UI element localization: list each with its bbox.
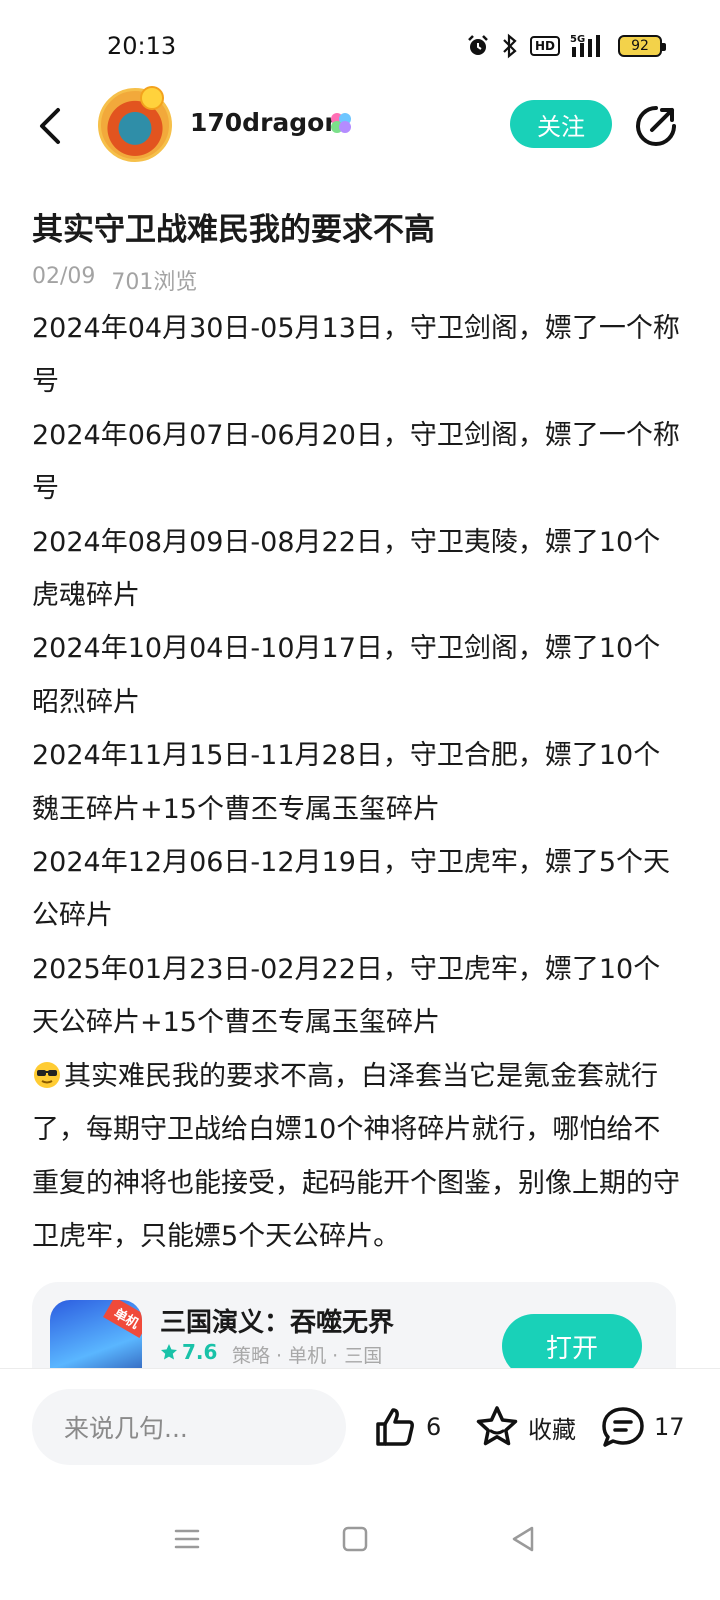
back-nav-icon[interactable]	[508, 1524, 538, 1554]
post-paragraph: 2024年08月09日-08月22日，守卫夷陵，嫖了10个虎魂碎片	[32, 526, 661, 612]
post-title: 其实守卫战难民我的要求不高	[32, 212, 435, 248]
post-final-text: 其实难民我的要求不高，白泽套当它是氪金套就行了，每期守卫战给白嫖10个神将碎片就…	[32, 1060, 680, 1252]
follow-button[interactable]: 关注	[510, 100, 612, 148]
star-icon	[161, 1344, 177, 1360]
post-paragraph: 2025年01月23日-02月22日，守卫虎牢，嫖了10个天公碎片+15个曹丕专…	[32, 953, 661, 1039]
app-name: 三国演义：吞噬无界	[160, 1308, 395, 1338]
bottom-action-bar: 来说几句... 6 收藏 17	[0, 1368, 720, 1484]
battery-level: 92	[631, 38, 649, 54]
menu-icon[interactable]	[172, 1524, 202, 1554]
comment-input[interactable]: 来说几句...	[32, 1389, 346, 1465]
app-root: 20:13 HD 5G 92 170dragon 关注 其实守卫战难民我的要求不…	[0, 0, 720, 1600]
post-paragraph: 2024年04月30日-05月13日，守卫剑阁，嫖了一个称号	[32, 313, 680, 398]
favorite-label: 收藏	[528, 1415, 576, 1444]
comment-button[interactable]: 17	[600, 1397, 685, 1457]
thumbs-up-icon	[376, 1408, 414, 1446]
app-rating: 7.6	[160, 1340, 217, 1364]
comment-count: 17	[654, 1413, 685, 1441]
post-header: 170dragon 关注	[0, 86, 720, 168]
alarm-icon	[468, 35, 488, 55]
status-time: 20:13	[107, 32, 177, 60]
home-icon[interactable]	[340, 1524, 370, 1554]
username[interactable]: 170dragon	[190, 108, 342, 137]
post-date: 02/09	[32, 264, 96, 289]
status-icons: HD 5G 92	[466, 32, 666, 60]
system-nav-bar	[0, 1484, 720, 1600]
back-button[interactable]	[32, 104, 72, 148]
app-rating-value: 7.6	[182, 1340, 218, 1364]
like-count: 6	[426, 1413, 442, 1441]
star-outline-icon	[476, 1406, 518, 1446]
sunglasses-emoji-icon	[34, 1061, 60, 1088]
post-paragraph: 2024年10月04日-10月17日，守卫剑阁，嫖了10个昭烈碎片	[32, 633, 661, 718]
back-icon	[40, 108, 60, 144]
share-icon	[636, 106, 676, 146]
app-tags: 策略 · 单机 · 三国	[232, 1345, 383, 1367]
post-views: 701浏览	[111, 270, 198, 295]
favorite-button[interactable]: 收藏	[474, 1397, 576, 1457]
bluetooth-icon	[503, 33, 517, 59]
comment-bubble-icon	[602, 1407, 644, 1447]
status-bar: 20:13 HD 5G 92	[0, 0, 720, 90]
app-card[interactable]: 单机 三国演义：吞噬无界 7.6 策略 · 单机 · 三国 打开	[32, 1282, 676, 1382]
avatar-frame-decoration	[140, 86, 164, 110]
post-paragraph: 2024年11月15日-11月28日，守卫合肥，嫖了10个魏王碎片+15个曹丕专…	[32, 740, 661, 825]
post-final-paragraph: 其实难民我的要求不高，白泽套当它是氪金套就行了，每期守卫战给白嫖10个神将碎片就…	[32, 1050, 682, 1264]
verify-badge-icon	[331, 113, 351, 133]
post-paragraph: 2024年06月07日-06月20日，守卫剑阁，嫖了一个称号	[32, 419, 680, 505]
app-icon-tag: 单机	[103, 1300, 142, 1338]
post-content: 2024年04月30日-05月13日，守卫剑阁，嫖了一个称号 2024年06月0…	[32, 302, 682, 1263]
post-meta: 02/09 701浏览	[32, 264, 197, 296]
share-button[interactable]	[634, 104, 678, 148]
post-paragraph: 2024年12月06日-12月19日，守卫虎牢，嫖了5个天公碎片	[32, 847, 671, 932]
hd-icon: HD	[529, 36, 560, 56]
like-button[interactable]: 6	[372, 1397, 441, 1457]
battery-icon: 92	[618, 35, 666, 57]
signal-icon: 5G	[570, 34, 600, 57]
